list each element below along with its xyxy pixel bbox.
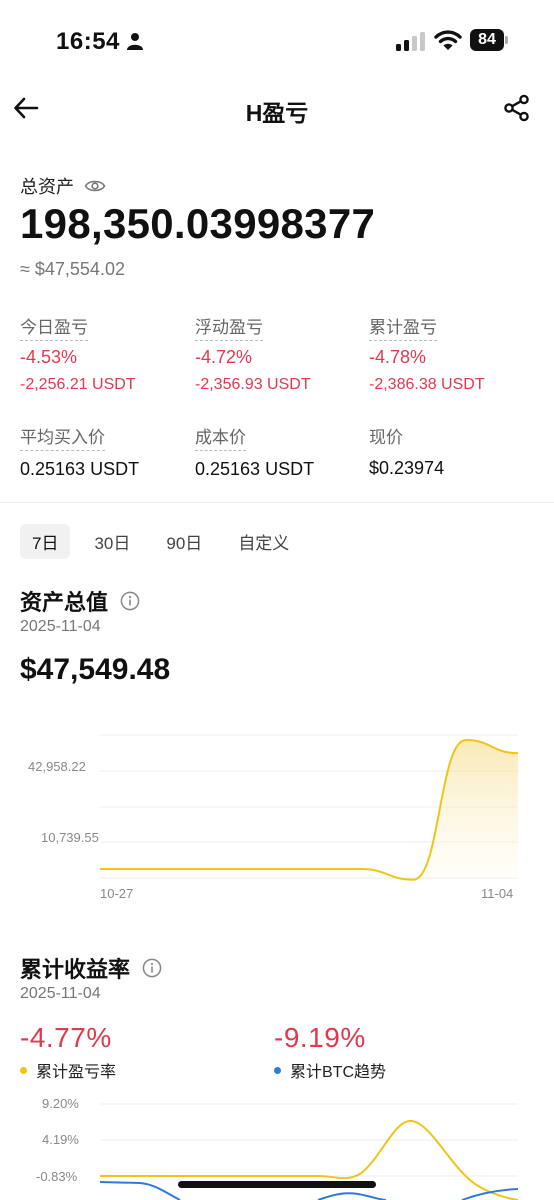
- return-stat-btc-trend: -9.19% 累计BTC趋势: [274, 1022, 386, 1082]
- stat-floating-pnl: 浮动盈亏 -4.72% -2,356.93 USDT: [195, 313, 365, 394]
- total-assets-usd: ≈ $47,554.02: [20, 259, 125, 279]
- stat-percent: -4.72%: [195, 347, 253, 367]
- stat-today-pnl: 今日盈亏 -4.53% -2,256.21 USDT: [20, 313, 190, 394]
- tab-90d[interactable]: 90日: [154, 524, 214, 559]
- price-current: 现价 $0.23974: [369, 423, 539, 479]
- info-icon[interactable]: [142, 958, 162, 978]
- x-tick-label: 11-04: [481, 886, 513, 901]
- asset-value-amount: $47,549.48: [20, 653, 171, 686]
- stat-cumulative-pnl: 累计盈亏 -4.78% -2,386.38 USDT: [369, 313, 539, 394]
- signal-icon: [396, 32, 425, 51]
- legend-label: 累计盈亏率: [36, 1064, 117, 1081]
- home-indicator: [178, 1181, 376, 1188]
- battery-indicator: 84: [470, 29, 508, 51]
- stat-amount: -2,256.21 USDT: [20, 376, 136, 393]
- price-label[interactable]: 成本价: [195, 423, 246, 451]
- tab-custom[interactable]: 自定义: [226, 524, 301, 559]
- stat-amount: -2,356.93 USDT: [195, 376, 311, 393]
- asset-value-area: [100, 740, 518, 880]
- stat-label[interactable]: 今日盈亏: [20, 313, 88, 341]
- stat-amount: -2,386.38 USDT: [369, 376, 485, 393]
- price-value: 0.25163 USDT: [20, 459, 140, 479]
- return-stat-pnl-rate: -4.77% 累计盈亏率: [20, 1022, 116, 1082]
- y-tick-label: 42,958.22: [28, 759, 86, 774]
- total-assets-value: 198,350.03998377: [20, 200, 376, 247]
- y-tick-label: 9.20%: [42, 1096, 79, 1111]
- legend-label: 累计BTC趋势: [290, 1064, 387, 1081]
- total-assets-label-row: 总资产: [20, 173, 106, 199]
- tab-30d[interactable]: 30日: [82, 524, 142, 559]
- page-title: H盈亏: [245, 100, 309, 126]
- eye-icon[interactable]: [84, 178, 106, 194]
- period-tabs: 7日 30日 90日 自定义: [20, 524, 313, 559]
- price-label[interactable]: 平均买入价: [20, 423, 105, 451]
- info-icon[interactable]: [120, 591, 140, 611]
- stat-percent: -4.78%: [369, 347, 427, 367]
- person-icon: [127, 33, 143, 50]
- status-bar: 16:54 84: [0, 0, 554, 80]
- asset-value-title: 资产总值: [20, 590, 109, 615]
- legend-item: 累计BTC趋势: [274, 1058, 386, 1082]
- cumulative-return-section-title: 累计收益率: [20, 952, 162, 984]
- stat-label[interactable]: 浮动盈亏: [195, 313, 263, 341]
- legend-dot-blue: [274, 1066, 281, 1074]
- battery-level: 84: [470, 29, 504, 51]
- stat-percent: -4.53%: [20, 347, 78, 367]
- return-percent: -9.19%: [274, 1022, 366, 1053]
- battery-tip: [505, 36, 508, 44]
- asset-value-section-title: 资产总值: [20, 585, 140, 617]
- y-tick-label: 4.19%: [42, 1132, 79, 1147]
- status-time: 16:54: [56, 28, 120, 55]
- tab-7d[interactable]: 7日: [20, 524, 71, 559]
- y-tick-label: 10,739.55: [41, 830, 99, 845]
- wifi-icon: [434, 30, 462, 50]
- price-value: $0.23974: [369, 458, 445, 478]
- price-value: 0.25163 USDT: [195, 459, 315, 479]
- legend-dot-yellow: [20, 1066, 27, 1074]
- price-label: 现价: [369, 428, 403, 447]
- cumulative-return-title: 累计收益率: [20, 957, 131, 982]
- section-divider: [0, 502, 554, 503]
- legend-item: 累计盈亏率: [20, 1058, 116, 1082]
- x-tick-label: 10-27: [100, 886, 133, 901]
- return-percent: -4.77%: [20, 1022, 112, 1053]
- share-icon[interactable]: [503, 94, 531, 122]
- asset-value-date: 2025-11-04: [20, 618, 101, 635]
- y-tick-label: -0.83%: [36, 1169, 78, 1184]
- price-average-buy: 平均买入价 0.25163 USDT: [20, 423, 190, 480]
- pnl-rate-line: [100, 1119, 519, 1200]
- asset-value-chart[interactable]: 42,958.22 10,739.55 10-27 11-04: [0, 720, 554, 910]
- total-assets-label: 总资产: [20, 177, 74, 197]
- header: H盈亏: [0, 84, 554, 132]
- price-cost: 成本价 0.25163 USDT: [195, 423, 365, 480]
- stat-label[interactable]: 累计盈亏: [369, 313, 437, 341]
- cumulative-return-date: 2025-11-04: [20, 985, 101, 1002]
